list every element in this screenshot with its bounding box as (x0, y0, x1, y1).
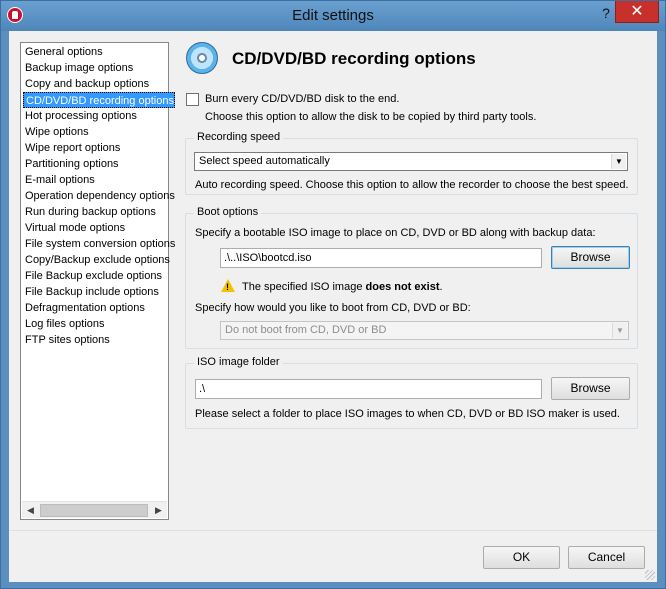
chevron-down-icon: ▼ (612, 323, 627, 338)
window-title: Edit settings (292, 7, 374, 24)
boot-method-value: Do not boot from CD, DVD or BD (225, 324, 387, 336)
boot-method-prompt: Specify how would you like to boot from … (195, 302, 471, 314)
sidebar-item[interactable]: Defragmentation options (23, 300, 145, 316)
chevron-down-icon[interactable]: ▼ (611, 154, 626, 169)
sidebar-item[interactable]: CD/DVD/BD recording options (23, 92, 175, 108)
sidebar-item[interactable]: Operation dependency options (23, 188, 175, 204)
iso-folder-group-label: ISO image folder (194, 356, 283, 368)
boot-iso-path-value: .\..\ISO\bootcd.iso (224, 252, 312, 264)
sidebar-item[interactable]: File Backup exclude options (23, 268, 162, 284)
boot-options-group-label: Boot options (194, 206, 262, 218)
settings-category-list[interactable]: General options Backup image options Copy … (20, 42, 175, 520)
page-title: CD/DVD/BD recording options (232, 49, 476, 68)
sidebar-item[interactable]: Log files options (23, 316, 105, 332)
boot-iso-prompt: Specify a bootable ISO image to place on… (195, 227, 596, 239)
edit-settings-window: Edit settings ? ✕ General options Backup … (0, 0, 666, 589)
boot-options-group: Boot options Specify a bootable ISO imag… (185, 206, 638, 349)
sidebar-item[interactable]: Copy/Backup exclude options (23, 252, 170, 268)
recording-speed-value: Select speed automatically (199, 155, 330, 167)
recording-speed-description: Auto recording speed. Choose this option… (195, 179, 629, 191)
recording-speed-select[interactable]: Select speed automatically ▼ (194, 152, 628, 171)
sidebar-item[interactable]: Copy and backup options (23, 76, 149, 92)
warning-text-suffix: . (439, 281, 443, 293)
recording-speed-group-label: Recording speed (194, 131, 284, 143)
scroll-thumb[interactable] (40, 504, 148, 517)
burn-to-end-label[interactable]: Burn every CD/DVD/BD disk to the end. (205, 93, 399, 105)
scroll-right-icon[interactable]: ▶ (150, 502, 167, 519)
iso-folder-group: ISO image folder .\ Browse Please select… (185, 356, 638, 429)
boot-iso-browse-button[interactable]: Browse (551, 246, 630, 269)
iso-folder-path-input[interactable]: .\ (195, 379, 542, 399)
sidebar-item[interactable]: E-mail options (23, 172, 95, 188)
resize-grip[interactable] (645, 570, 655, 580)
sidebar-item[interactable]: Virtual mode options (23, 220, 125, 236)
recording-speed-group: Recording speed Select speed automatical… (185, 131, 638, 195)
scroll-left-icon[interactable]: ◀ (22, 502, 39, 519)
warning-icon-mark: ! (226, 282, 229, 292)
sidebar-item[interactable]: File system conversion options (23, 236, 175, 252)
burn-to-end-checkbox[interactable] (186, 93, 199, 106)
sidebar-item[interactable]: Run during backup options (23, 204, 156, 220)
boot-method-select: Do not boot from CD, DVD or BD ▼ (220, 321, 629, 340)
sidebar-item[interactable]: File Backup include options (23, 284, 159, 300)
dialog-body: General options Backup image options Copy … (9, 31, 657, 582)
boot-iso-path-input[interactable]: .\..\ISO\bootcd.iso (220, 248, 542, 268)
warning-text-bold: does not exist (365, 281, 440, 293)
iso-missing-warning: The specified ISO image does not exist. (242, 281, 443, 293)
sidebar-item[interactable]: Wipe report options (23, 140, 120, 156)
iso-folder-browse-button[interactable]: Browse (551, 377, 630, 400)
burn-to-end-description: Choose this option to allow the disk to … (205, 111, 537, 123)
iso-folder-description: Please select a folder to place ISO imag… (195, 408, 620, 420)
dialog-footer: OK Cancel (9, 530, 657, 582)
warning-text-prefix: The specified ISO image (242, 281, 363, 293)
sidebar-item[interactable]: FTP sites options (23, 332, 110, 348)
ok-button[interactable]: OK (483, 546, 560, 569)
cancel-button[interactable]: Cancel (568, 546, 645, 569)
sidebar-item[interactable]: General options (23, 44, 103, 60)
sidebar-item[interactable]: Partitioning options (23, 156, 119, 172)
sidebar-item[interactable]: Hot processing options (23, 108, 137, 124)
sidebar-item[interactable]: Wipe options (23, 124, 89, 140)
sidebar-item[interactable]: Backup image options (23, 60, 133, 76)
title-bar[interactable]: Edit settings ? ✕ (1, 1, 665, 31)
iso-folder-path-value: .\ (199, 383, 206, 395)
horizontal-scrollbar[interactable]: ◀ ▶ (22, 501, 167, 518)
close-button[interactable]: ✕ (615, 1, 659, 23)
disc-icon (186, 42, 218, 74)
